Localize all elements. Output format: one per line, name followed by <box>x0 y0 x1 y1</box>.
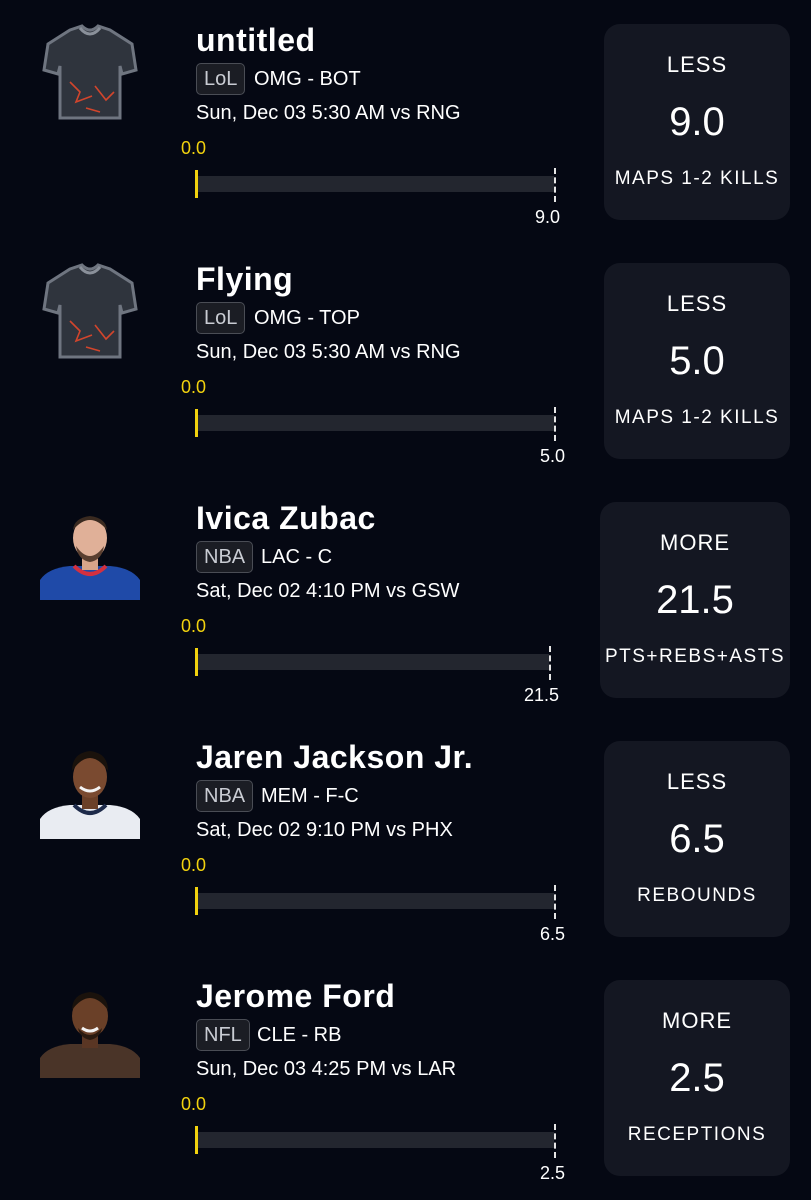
team-position: OMG - TOP <box>254 307 360 329</box>
league-badge: NBA <box>196 541 254 573</box>
pick-row[interactable]: Flying LoL OMG - TOP Sun, Dec 03 5:30 AM… <box>0 239 811 478</box>
current-value: 0.0 <box>181 377 207 397</box>
line-value: 5.0 <box>540 446 566 466</box>
game-info: Sat, Dec 02 9:10 PM vs PHX <box>196 819 453 841</box>
projection-card[interactable]: MORE 2.5 RECEPTIONS <box>604 980 790 1176</box>
projection-card[interactable]: LESS 9.0 MAPS 1-2 KILLS <box>604 24 790 220</box>
progress-track <box>196 176 554 192</box>
progress-track <box>196 893 554 909</box>
player-name: Ivica Zubac <box>196 500 376 536</box>
team-position: CLE - RB <box>257 1024 342 1046</box>
player-name: Jerome Ford <box>196 978 396 1014</box>
projection-card[interactable]: LESS 6.5 REBOUNDS <box>604 741 790 937</box>
stat-type: MAPS 1-2 KILLS <box>614 168 780 189</box>
line-marker <box>554 885 556 919</box>
player-photo-icon <box>40 751 140 839</box>
pick-direction: LESS <box>666 291 728 316</box>
pick-direction: LESS <box>666 52 728 77</box>
player-photo-icon <box>40 516 140 600</box>
game-info: Sun, Dec 03 5:30 AM vs RNG <box>196 341 461 363</box>
player-photo-icon <box>40 992 140 1078</box>
player-name: Flying <box>196 261 294 297</box>
line-marker <box>554 168 556 202</box>
league-badge: NBA <box>196 780 254 812</box>
projection-value: 9.0 <box>669 100 725 144</box>
current-marker <box>195 170 198 198</box>
current-marker <box>195 1126 198 1154</box>
pick-row[interactable]: Jaren Jackson Jr. NBA MEM - F-C Sat, Dec… <box>0 717 811 956</box>
projection-card[interactable]: LESS 5.0 MAPS 1-2 KILLS <box>604 263 790 459</box>
current-value: 0.0 <box>181 616 207 636</box>
team-position: OMG - BOT <box>254 68 361 90</box>
pick-row[interactable]: Ivica Zubac NBA LAC - C Sat, Dec 02 4:10… <box>0 478 811 717</box>
progress-track <box>196 654 549 670</box>
line-marker <box>554 1124 556 1158</box>
current-marker <box>195 648 198 676</box>
progress-track <box>196 415 554 431</box>
stat-type: PTS+REBS+ASTS <box>604 646 785 667</box>
line-value: 21.5 <box>524 685 560 705</box>
projection-value: 2.5 <box>669 1056 725 1100</box>
line-marker <box>554 407 556 441</box>
stat-type: REBOUNDS <box>637 885 757 906</box>
current-value: 0.0 <box>181 855 207 875</box>
line-value: 9.0 <box>535 207 561 227</box>
stat-type: RECEPTIONS <box>627 1124 767 1145</box>
league-badge: LoL <box>196 63 246 95</box>
current-marker <box>195 409 198 437</box>
projection-value: 21.5 <box>656 578 734 622</box>
pick-direction: MORE <box>662 1008 732 1033</box>
league-badge: NFL <box>196 1019 250 1051</box>
current-value: 0.0 <box>181 138 207 158</box>
current-marker <box>195 887 198 915</box>
game-info: Sun, Dec 03 5:30 AM vs RNG <box>196 102 461 124</box>
projection-value: 5.0 <box>669 339 725 383</box>
league-badge: LoL <box>196 302 246 334</box>
pick-row[interactable]: untitled LoL OMG - BOT Sun, Dec 03 5:30 … <box>0 0 811 239</box>
jersey-icon <box>42 24 138 120</box>
line-marker <box>549 646 551 680</box>
game-info: Sun, Dec 03 4:25 PM vs LAR <box>196 1058 457 1080</box>
pick-row[interactable]: Jerome Ford NFL CLE - RB Sun, Dec 03 4:2… <box>0 956 811 1195</box>
team-position: LAC - C <box>261 546 333 568</box>
game-info: Sat, Dec 02 4:10 PM vs GSW <box>196 580 460 602</box>
player-name: Jaren Jackson Jr. <box>196 739 474 775</box>
line-value: 6.5 <box>540 924 566 944</box>
projection-card[interactable]: MORE 21.5 PTS+REBS+ASTS <box>600 502 790 698</box>
progress-track <box>196 1132 554 1148</box>
current-value: 0.0 <box>181 1094 207 1114</box>
player-name: untitled <box>196 22 316 58</box>
team-position: MEM - F-C <box>261 785 359 807</box>
jersey-icon <box>42 263 138 359</box>
projection-value: 6.5 <box>669 817 725 861</box>
stat-type: MAPS 1-2 KILLS <box>614 407 780 428</box>
line-value: 2.5 <box>540 1163 566 1183</box>
pick-direction: LESS <box>666 769 728 794</box>
pick-direction: MORE <box>660 530 730 555</box>
